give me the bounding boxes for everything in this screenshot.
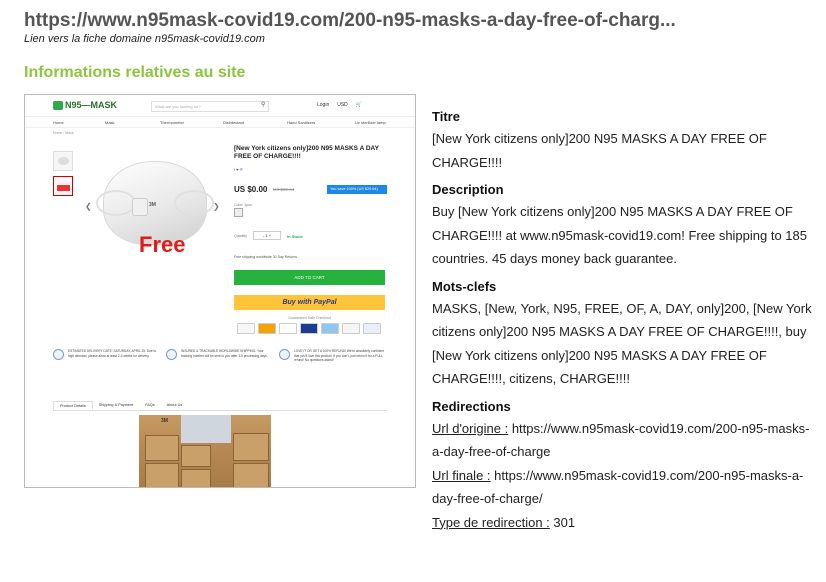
photo-brand-mark: 3M — [161, 418, 168, 424]
card-icon — [279, 323, 297, 334]
description-block: Description Buy [New York citizens only]… — [432, 180, 814, 271]
thumb-header: N95—MASK What are you looking for? ⚲ Log… — [25, 95, 415, 117]
photo-box — [233, 433, 269, 461]
thumb-tabs: Product Details Shipping & Payment FAQs … — [53, 401, 387, 411]
trust-item: INSURED & TRACKABLE WORLDWIDE SHIPPING. … — [166, 349, 274, 379]
origin-url-row: Url d'origine : https://www.n95mask-covi… — [432, 417, 814, 464]
redirections-heading: Redirections — [432, 398, 511, 414]
thumb-tab: Product Details — [53, 401, 93, 410]
photo-box — [233, 463, 269, 487]
keywords-value: MASKS, [New, York, N95, FREE, OF, A, DAY… — [432, 300, 812, 387]
thumb-gallery-image — [53, 176, 73, 196]
share-icons: f ♥ ℗ — [234, 167, 243, 172]
final-url-row: Url finale : https://www.n95mask-covid19… — [432, 464, 814, 511]
redirect-type-label: Type de redirection : — [432, 514, 550, 530]
keywords-heading: Mots-clefs — [432, 278, 497, 294]
photo-box — [181, 445, 211, 467]
amex-icon — [321, 323, 339, 334]
description-value: Buy [New York citizens only]200 N95 MASK… — [432, 204, 807, 266]
mask-valve — [132, 198, 148, 216]
calendar-icon — [53, 349, 64, 360]
nav-item: Mask — [105, 120, 115, 125]
thumb-nav: Home Mask Thermometer Disinfectant Hand … — [25, 117, 415, 128]
thumb-safe-checkout: Guaranteed Safe Checkout — [288, 316, 331, 320]
domain-record-link[interactable]: Lien vers la fiche domaine n95mask-covid… — [24, 33, 265, 45]
mask-brand-mark: 3M — [149, 202, 156, 208]
photo-box — [145, 463, 179, 487]
logo-mark-icon — [53, 100, 63, 110]
thumb-color-swatch — [234, 208, 243, 217]
product-image: 3M Free — [85, 145, 225, 310]
thumb-trust-strip: ESTIMATED DELIVERY DATE: SATURDAY, APRIL… — [53, 349, 387, 379]
mask-strap — [96, 190, 136, 216]
mastercard-icon — [258, 323, 276, 334]
search-icon: ⚲ — [261, 102, 266, 108]
card-icon — [237, 323, 255, 334]
logo-text: N95—MASK — [65, 100, 118, 110]
visa-icon — [300, 323, 318, 334]
trust-item: ESTIMATED DELIVERY DATE: SATURDAY, APRIL… — [53, 349, 161, 379]
keywords-block: Mots-clefs MASKS, [New, York, N95, FREE,… — [432, 277, 814, 391]
redirections-block: Redirections Url d'origine : https://www… — [432, 397, 814, 535]
mask-strap — [174, 190, 214, 216]
thumb-color-label: Color: 1pcs — [234, 203, 252, 207]
trust-text: LOVE IT OR GET A 100% REFUND! We're abso… — [294, 349, 385, 362]
section-title: Informations relatives au site — [24, 64, 246, 81]
thumb-product-title: [New York citizens only]200 N95 MASKS A … — [234, 145, 379, 160]
thumb-old-price: US $29.64 — [273, 187, 295, 192]
trust-text: INSURED & TRACKABLE WORLDWIDE SHIPPING. … — [181, 349, 268, 358]
thumb-stock-status: In Stock — [287, 234, 303, 239]
thumb-shipping-info: Free shipping worldwide 30 Day Returns — [234, 255, 298, 259]
description-heading: Description — [432, 182, 504, 197]
cart-icon: 🛒 — [355, 102, 363, 108]
photo-box — [181, 469, 211, 487]
origin-url-label: Url d'origine : — [432, 420, 509, 436]
thumb-warehouse-photo: 3M — [139, 415, 271, 487]
nav-item: Home — [53, 120, 64, 125]
thumb-tab: About Us — [166, 403, 183, 407]
site-logo: N95—MASK — [53, 100, 117, 110]
nav-item: Thermometer — [160, 120, 185, 125]
photo-box — [145, 435, 179, 461]
title-value: [New York citizens only]200 N95 MASKS A … — [432, 131, 767, 170]
thumb-quantity-label: Quantity — [234, 234, 248, 238]
trust-text: ESTIMATED DELIVERY DATE: SATURDAY, APRIL… — [68, 349, 157, 358]
thumb-price: US $0.00 — [234, 185, 268, 194]
nav-item: Uv sterilizer lamp — [355, 120, 386, 125]
currency-select: USD — [337, 102, 348, 108]
free-overlay: Free — [139, 232, 186, 257]
site-screenshot: N95—MASK What are you looking for? ⚲ Log… — [24, 94, 416, 488]
title-heading: Titre — [432, 109, 460, 124]
chevron-left-icon: ❮ — [85, 202, 92, 211]
paypal-icon — [363, 323, 381, 334]
globe-icon — [166, 349, 177, 360]
nav-item: Hand Sanitizers — [287, 120, 316, 125]
thumb-add-to-cart-button: ADD TO CART — [234, 270, 385, 285]
payment-card-icons — [237, 323, 381, 334]
final-url-label: Url finale : — [432, 467, 491, 483]
thumb-save-badge: You save 100% (US $29.64) — [327, 185, 387, 194]
thumb-gallery-image — [53, 151, 73, 171]
title-block: Titre [New York citizens only]200 N95 MA… — [432, 107, 814, 174]
account-link: Login — [317, 102, 330, 108]
smile-icon — [279, 349, 290, 360]
thumb-tab: Shipping & Payment — [98, 403, 134, 407]
thumb-search-input: What are you looking for? — [151, 101, 269, 112]
thumb-quantity-stepper: - 1 + — [253, 231, 281, 240]
redirect-type-row: Type de redirection : 301 — [432, 511, 814, 535]
photo-background — [181, 415, 231, 443]
site-info-panel: Titre [New York citizens only]200 N95 MA… — [432, 107, 814, 540]
nav-item: Disinfectant — [223, 120, 244, 125]
chevron-right-icon: ❯ — [213, 202, 220, 211]
page-url-title: https://www.n95mask-covid19.com/200-n95-… — [24, 10, 676, 31]
redirect-type-value: 301 — [553, 514, 576, 530]
thumb-account: Login USD 🛒 — [317, 102, 362, 108]
thumb-breadcrumb: Home / Mask — [53, 131, 74, 135]
thumb-tab: FAQs — [145, 403, 155, 407]
thumb-paypal-button: Buy with PayPal — [234, 295, 385, 310]
trust-item: LOVE IT OR GET A 100% REFUND! We're abso… — [279, 349, 387, 379]
card-icon — [342, 323, 360, 334]
